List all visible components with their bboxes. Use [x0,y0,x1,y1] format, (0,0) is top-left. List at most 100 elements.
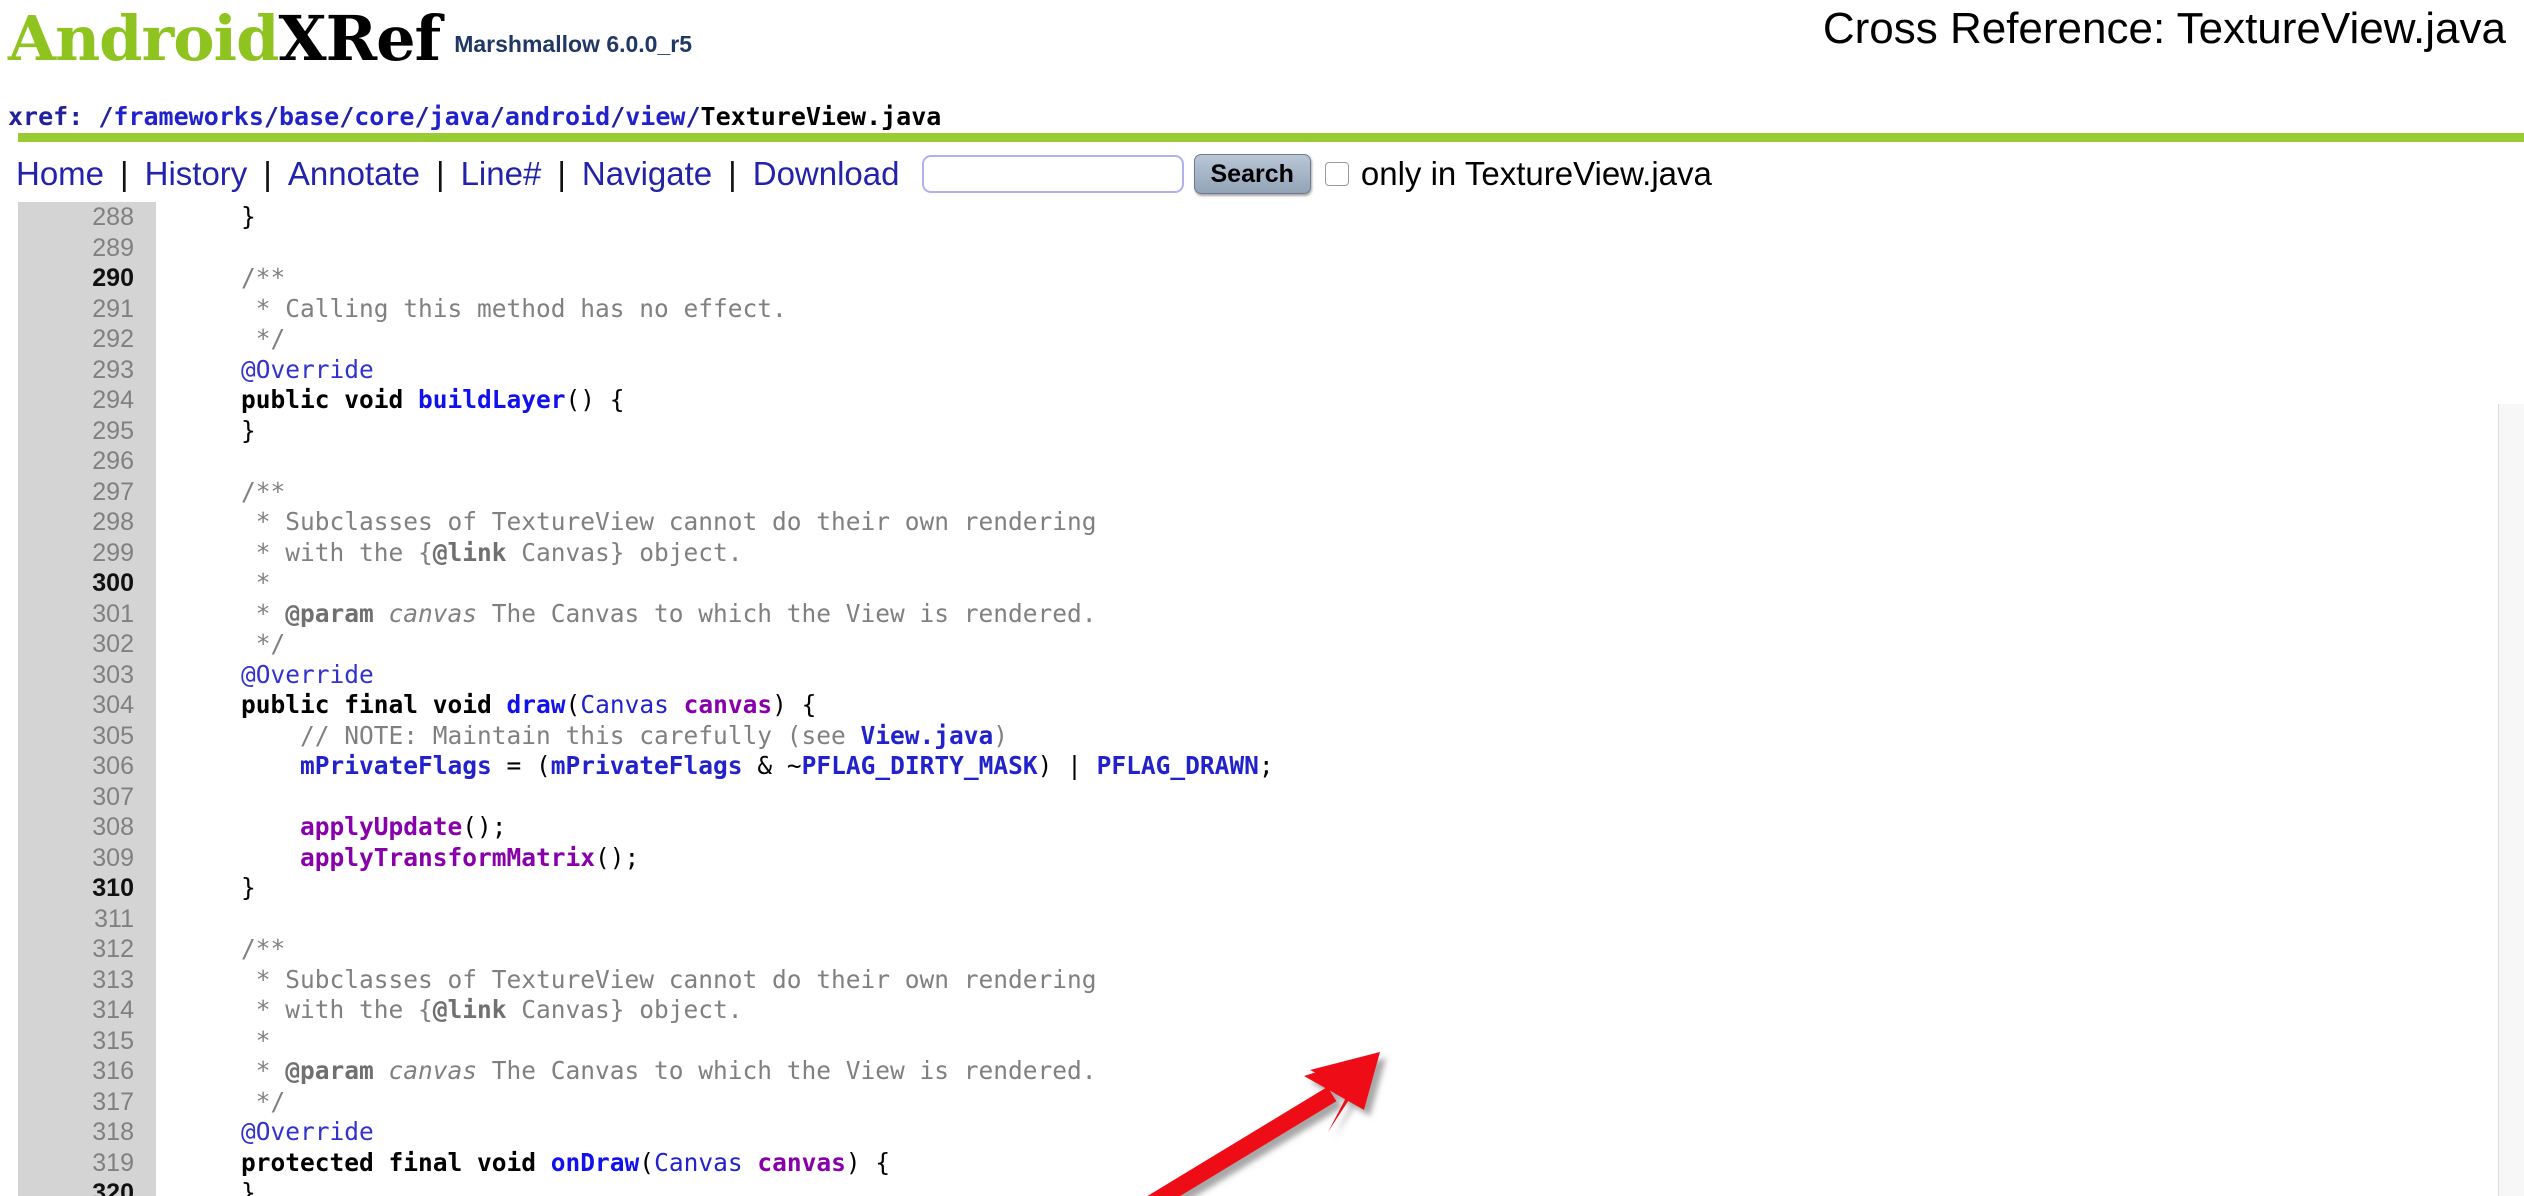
line-number[interactable]: 312 [18,934,156,965]
line-number[interactable]: 301 [18,598,156,629]
menu-item-home[interactable]: Home [0,155,118,193]
code-line: 311 [0,903,2524,934]
code-token: * Subclasses of TextureView cannot do th… [182,964,1097,994]
line-number[interactable]: 316 [18,1056,156,1087]
line-number[interactable]: 298 [18,507,156,538]
menu-separator: | [557,155,566,192]
code-line-text: /** [156,934,2524,965]
line-number[interactable]: 309 [18,842,156,873]
line-number[interactable]: 315 [18,1025,156,1056]
code-token: (); [462,812,507,841]
only-in-file-option: only in TextureView.java [1324,155,1712,193]
breadcrumb-link-base[interactable]: base [279,102,339,131]
line-number[interactable]: 317 [18,1086,156,1117]
code-token[interactable]: PFLAG_DIRTY_MASK [802,751,1038,780]
line-number[interactable]: 311 [18,903,156,934]
code-line-text: */ [156,324,2524,355]
line-number[interactable]: 295 [18,415,156,446]
menu-item-history[interactable]: History [131,155,262,193]
line-number[interactable]: 319 [18,1147,156,1178]
code-token[interactable]: onDraw [551,1148,640,1177]
code-token: @link [432,537,507,567]
code-line: 315 * [0,1025,2524,1056]
breadcrumb-separator: / [685,102,701,131]
code-line-text: * Subclasses of TextureView cannot do th… [156,507,2524,538]
code-token: ) [993,720,1009,750]
line-number[interactable]: 297 [18,476,156,507]
line-number[interactable]: 292 [18,324,156,355]
breadcrumb-separator: / [339,102,355,131]
code-token: * Calling this method has no effect. [182,293,787,323]
only-in-file-checkbox[interactable] [1324,162,1349,186]
code-token[interactable]: mPrivateFlags [551,751,743,780]
breadcrumb-link-java[interactable]: java [430,102,490,131]
menu-item-navigate[interactable]: Navigate [568,155,726,193]
breadcrumb-link-android[interactable]: android [505,102,610,131]
code-token[interactable]: PFLAG_DRAWN [1097,751,1259,780]
code-token: * with the { [182,995,433,1024]
line-number[interactable]: 306 [18,751,156,782]
line-number[interactable]: 290 [18,263,156,294]
breadcrumb-separator: / [610,102,626,131]
code-token: @Override [241,354,374,384]
code-token[interactable]: buildLayer [418,385,566,414]
line-number[interactable]: 289 [18,232,156,263]
code-token: * [182,598,286,628]
breadcrumb-link-view[interactable]: view [625,102,685,131]
code-line-text: * [156,568,2524,599]
line-number[interactable]: 318 [18,1117,156,1148]
menu-item-linenumber[interactable]: Line# [447,155,556,193]
line-number[interactable]: 288 [18,202,156,233]
code-line: 310 } [0,873,2524,904]
code-line: 303 @Override [0,659,2524,690]
line-number[interactable]: 300 [18,568,156,599]
line-number[interactable]: 310 [18,873,156,904]
logo-text-android: Android [8,2,279,75]
search-input[interactable] [921,155,1184,193]
androidxref-logo[interactable]: AndroidXRef Marshmallow 6.0.0_r5 [8,2,692,75]
code-line: 297 /** [0,476,2524,507]
code-token: /** [241,476,286,506]
line-number[interactable]: 313 [18,964,156,995]
code-token: ( [565,690,581,719]
code-token[interactable]: Canvas [654,1148,757,1177]
line-number[interactable]: 307 [18,781,156,812]
menu-item-annotate[interactable]: Annotate [274,155,434,193]
breadcrumb-link-frameworks[interactable]: frameworks [113,102,264,131]
code-line-text: * Subclasses of TextureView cannot do th… [156,965,2524,996]
code-line: 300 * [0,568,2524,599]
line-number[interactable]: 303 [18,659,156,690]
code-token[interactable]: mPrivateFlags [300,751,492,780]
code-line: 307 [0,781,2524,812]
line-number[interactable]: 320 [18,1178,156,1196]
line-number[interactable]: 296 [18,446,156,477]
code-token: */ [182,324,286,353]
line-number[interactable]: 308 [18,812,156,843]
code-token: /** [241,934,286,963]
line-number[interactable]: 291 [18,293,156,324]
line-number[interactable]: 294 [18,385,156,416]
line-number[interactable]: 314 [18,995,156,1026]
code-token: ) | [1037,751,1097,780]
page-title: Cross Reference: TextureView.java [1822,4,2506,53]
breadcrumb-link-core[interactable]: core [354,102,414,131]
line-number[interactable]: 299 [18,537,156,568]
search-button[interactable]: Search [1193,154,1311,194]
line-number[interactable]: 302 [18,629,156,660]
code-line: 318 @Override [0,1117,2524,1148]
code-token[interactable]: draw [507,690,566,719]
code-token[interactable]: Canvas [580,690,683,719]
line-number[interactable]: 293 [18,354,156,385]
line-number[interactable]: 305 [18,720,156,751]
code-token[interactable]: View.java [861,721,994,750]
source-code-viewer[interactable]: 288 } 289 290 /** 291 * Calling this metho… [0,202,2524,1196]
line-number[interactable]: 304 [18,690,156,721]
menu-item-download[interactable]: Download [739,155,914,193]
vertical-scrollbar[interactable] [2498,404,2524,1196]
